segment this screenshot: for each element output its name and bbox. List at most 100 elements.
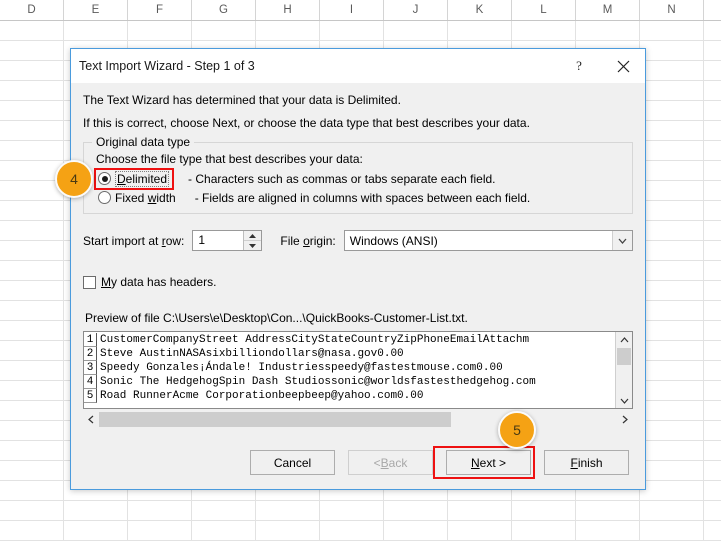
- spreadsheet-cell[interactable]: [0, 481, 64, 500]
- spreadsheet-cell[interactable]: [320, 501, 384, 520]
- spreadsheet-cell[interactable]: [640, 521, 704, 540]
- column-header-i[interactable]: I: [320, 0, 384, 20]
- spreadsheet-cell[interactable]: [0, 441, 64, 460]
- spreadsheet-cell[interactable]: [704, 41, 721, 60]
- horizontal-scroll-thumb[interactable]: [99, 412, 452, 427]
- spreadsheet-cell[interactable]: [448, 501, 512, 520]
- spreadsheet-cell[interactable]: [704, 61, 721, 80]
- back-button-wrap[interactable]: < Back: [337, 448, 435, 477]
- spreadsheet-cell[interactable]: [640, 221, 704, 240]
- spreadsheet-cell[interactable]: [0, 261, 64, 280]
- spreadsheet-cell[interactable]: [640, 421, 704, 440]
- spreadsheet-cell[interactable]: [704, 21, 721, 40]
- column-header-l[interactable]: L: [512, 0, 576, 20]
- spreadsheet-cell[interactable]: [704, 481, 721, 500]
- spreadsheet-cell[interactable]: [640, 81, 704, 100]
- finish-button-wrap[interactable]: Finish: [533, 448, 631, 477]
- spreadsheet-cell[interactable]: [256, 21, 320, 40]
- spreadsheet-cell[interactable]: [704, 121, 721, 140]
- spreadsheet-cell[interactable]: [192, 521, 256, 540]
- spreadsheet-cell[interactable]: [704, 281, 721, 300]
- spreadsheet-cell[interactable]: [640, 161, 704, 180]
- spreadsheet-cell[interactable]: [704, 201, 721, 220]
- spreadsheet-cell[interactable]: [640, 21, 704, 40]
- spreadsheet-cell[interactable]: [704, 521, 721, 540]
- fixed-width-radio-wrap[interactable]: Fixed width: [96, 190, 179, 206]
- spreadsheet-cell[interactable]: [0, 381, 64, 400]
- spreadsheet-cell[interactable]: [448, 521, 512, 540]
- spreadsheet-cell[interactable]: [640, 461, 704, 480]
- spreadsheet-cell[interactable]: [0, 501, 64, 520]
- next-button[interactable]: Next >: [446, 450, 531, 475]
- cancel-button[interactable]: Cancel: [250, 450, 335, 475]
- spreadsheet-cell[interactable]: [704, 81, 721, 100]
- spreadsheet-cell[interactable]: [576, 501, 640, 520]
- finish-button[interactable]: Finish: [544, 450, 629, 475]
- spreadsheet-cell[interactable]: [64, 21, 128, 40]
- spreadsheet-cell[interactable]: [640, 401, 704, 420]
- spreadsheet-cell[interactable]: [640, 61, 704, 80]
- spreadsheet-cell[interactable]: [640, 361, 704, 380]
- chevron-up-icon[interactable]: [616, 332, 632, 347]
- spreadsheet-cell[interactable]: [320, 521, 384, 540]
- close-icon[interactable]: [601, 50, 645, 83]
- spreadsheet-cell[interactable]: [704, 341, 721, 360]
- spreadsheet-cell[interactable]: [640, 441, 704, 460]
- spreadsheet-cell[interactable]: [640, 481, 704, 500]
- spreadsheet-cell[interactable]: [640, 121, 704, 140]
- spreadsheet-cell[interactable]: [0, 61, 64, 80]
- spreadsheet-cell[interactable]: [384, 21, 448, 40]
- spreadsheet-cell[interactable]: [512, 521, 576, 540]
- spreadsheet-cell[interactable]: [0, 521, 64, 540]
- spreadsheet-cell[interactable]: [0, 21, 64, 40]
- column-header-k[interactable]: K: [448, 0, 512, 20]
- spreadsheet-cell[interactable]: [0, 121, 64, 140]
- spreadsheet-cell[interactable]: [0, 341, 64, 360]
- spreadsheet-cell[interactable]: [0, 301, 64, 320]
- spreadsheet-cell[interactable]: [384, 521, 448, 540]
- spreadsheet-cell[interactable]: [704, 441, 721, 460]
- stepper-down-icon[interactable]: [244, 241, 262, 250]
- spreadsheet-cell[interactable]: [704, 421, 721, 440]
- spreadsheet-cell[interactable]: [640, 501, 704, 520]
- spreadsheet-cell[interactable]: [704, 321, 721, 340]
- spreadsheet-cell[interactable]: [0, 241, 64, 260]
- spreadsheet-cell[interactable]: [0, 141, 64, 160]
- file-origin-select[interactable]: Windows (ANSI): [343, 230, 633, 251]
- spreadsheet-cell[interactable]: [0, 81, 64, 100]
- spreadsheet-cell[interactable]: [704, 381, 721, 400]
- spreadsheet-cell[interactable]: [0, 181, 64, 200]
- spreadsheet-cell[interactable]: [128, 501, 192, 520]
- radio-fixed-width[interactable]: [98, 191, 111, 204]
- spreadsheet-cell[interactable]: [640, 341, 704, 360]
- spreadsheet-cell[interactable]: [512, 501, 576, 520]
- spreadsheet-cell[interactable]: [704, 361, 721, 380]
- column-header-m[interactable]: M: [576, 0, 640, 20]
- spreadsheet-cell[interactable]: [192, 501, 256, 520]
- spreadsheet-cell[interactable]: [640, 321, 704, 340]
- spreadsheet-cell[interactable]: [0, 321, 64, 340]
- spreadsheet-cell[interactable]: [0, 461, 64, 480]
- spreadsheet-cell[interactable]: [576, 521, 640, 540]
- start-row-stepper[interactable]: 1: [192, 230, 263, 251]
- spreadsheet-row[interactable]: [0, 21, 721, 41]
- spreadsheet-cell[interactable]: [384, 501, 448, 520]
- radio-row-fixed-width[interactable]: Fixed width - Fields are aligned in colu…: [96, 188, 622, 207]
- chevron-left-icon[interactable]: [83, 415, 99, 424]
- spreadsheet-cell[interactable]: [640, 241, 704, 260]
- spreadsheet-cell[interactable]: [512, 21, 576, 40]
- spreadsheet-cell[interactable]: [64, 521, 128, 540]
- spreadsheet-row[interactable]: [0, 521, 721, 541]
- column-header-n[interactable]: N: [640, 0, 704, 20]
- spreadsheet-cell[interactable]: [704, 181, 721, 200]
- spreadsheet-cell[interactable]: [704, 221, 721, 240]
- radio-delimited[interactable]: [98, 172, 111, 185]
- vertical-scroll-thumb[interactable]: [617, 348, 631, 365]
- spreadsheet-cell[interactable]: [320, 21, 384, 40]
- spreadsheet-cell[interactable]: [640, 41, 704, 60]
- my-data-has-headers-row[interactable]: My data has headers.: [83, 275, 633, 289]
- stepper-up-icon[interactable]: [244, 231, 262, 241]
- spreadsheet-cell[interactable]: [0, 41, 64, 60]
- start-row-value[interactable]: 1: [193, 231, 243, 250]
- preview-horizontal-scrollbar[interactable]: [83, 411, 633, 428]
